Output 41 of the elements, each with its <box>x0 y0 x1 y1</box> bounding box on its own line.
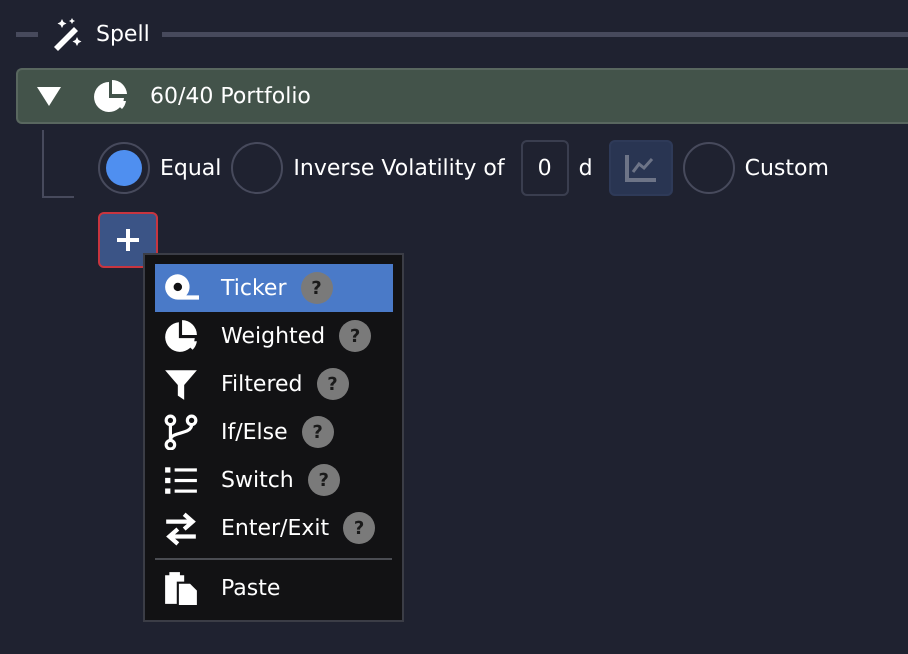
menu-item-label: Filtered <box>221 370 303 398</box>
help-icon[interactable]: ? <box>316 368 349 400</box>
add-button[interactable] <box>98 212 158 268</box>
node-title: 60/40 Portfolio <box>150 82 311 110</box>
menu-item[interactable]: Filtered ? <box>155 360 393 408</box>
pie-chart-icon <box>163 318 199 354</box>
expand-triangle-icon[interactable] <box>36 85 62 107</box>
menu-item-label: Switch <box>221 466 294 494</box>
menu-item-label: Enter/Exit <box>221 514 330 542</box>
option-label: Equal <box>160 154 222 182</box>
radio-button[interactable] <box>231 142 284 194</box>
line-chart-icon <box>624 153 658 183</box>
pie-chart-icon <box>94 79 128 113</box>
option-label: Custom <box>744 154 829 182</box>
tree-connector <box>42 130 74 198</box>
menu-item[interactable]: Ticker ? <box>155 264 393 312</box>
help-icon[interactable]: ? <box>308 464 340 496</box>
help-icon[interactable]: ? <box>343 512 376 544</box>
swap-arrows-icon <box>163 510 199 546</box>
clipboard-icon <box>163 570 199 606</box>
menu-item[interactable]: Paste <box>155 564 393 612</box>
menu-item[interactable]: Switch ? <box>155 456 393 504</box>
branch-icon <box>163 414 199 450</box>
menu-item[interactable]: If/Else ? <box>155 408 393 456</box>
help-icon[interactable]: ? <box>339 320 372 352</box>
menu-item-label: Weighted <box>221 322 326 350</box>
option-label: Inverse Volatility of <box>293 154 505 182</box>
help-icon[interactable]: ? <box>300 272 333 304</box>
menu-item-label: Paste <box>221 574 280 602</box>
help-icon[interactable]: ? <box>302 416 334 448</box>
chart-button[interactable] <box>608 140 673 196</box>
radio-button[interactable] <box>98 142 150 194</box>
radio-button[interactable] <box>682 142 735 194</box>
section-title: Spell <box>96 20 150 48</box>
menu-item[interactable]: Weighted ? <box>155 312 393 360</box>
days-field[interactable]: 0 <box>520 140 569 196</box>
plus-icon <box>115 227 141 253</box>
menu-item-label: If/Else <box>221 418 288 446</box>
unit-label: d <box>578 154 593 182</box>
menu-item-label: Ticker <box>221 274 287 302</box>
menu-item[interactable]: Enter/Exit ? <box>155 504 393 552</box>
